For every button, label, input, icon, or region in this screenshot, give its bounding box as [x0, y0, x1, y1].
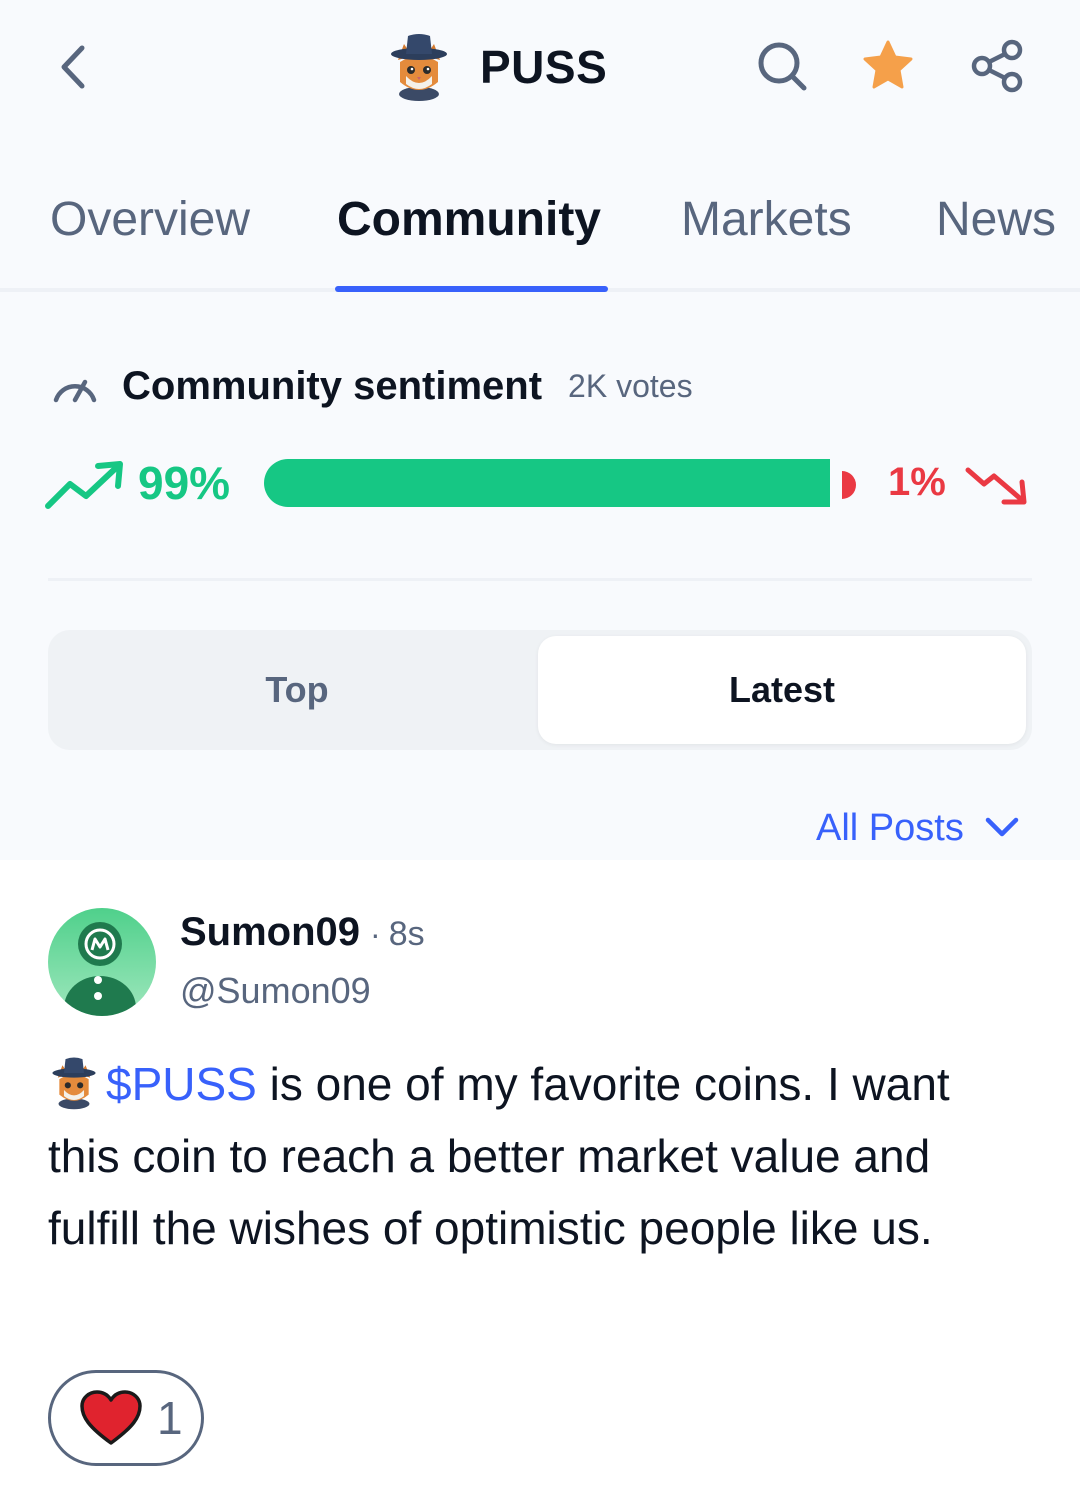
trending-down-icon	[965, 467, 1027, 505]
sentiment-title: Community sentiment	[122, 363, 543, 408]
sentiment-header: Community sentiment 2K votes	[50, 358, 693, 414]
vote-count: 2K votes	[568, 367, 693, 404]
bearish-bar	[842, 471, 856, 499]
chevron-down-icon	[985, 817, 1019, 837]
feed-toggle: Top Latest	[48, 630, 1032, 750]
post-meta: Sumon09 · 8s	[180, 910, 425, 964]
chevron-left-icon[interactable]	[52, 40, 96, 94]
like-count: 1	[157, 1392, 183, 1444]
search-icon[interactable]	[752, 36, 812, 96]
coin-logo-icon	[391, 34, 447, 101]
toggle-latest[interactable]: Latest	[538, 636, 1026, 744]
tab-bar: Overview Community Markets News	[0, 180, 1080, 292]
sentiment-bar	[264, 459, 864, 507]
filter-label: All Posts	[816, 806, 964, 849]
bullish-bar	[264, 459, 830, 507]
tab-overview[interactable]: Overview	[50, 192, 250, 247]
like-button[interactable]: 1	[48, 1370, 204, 1466]
divider	[48, 578, 1032, 581]
bullish-percentage: 99%	[138, 457, 231, 509]
gauge-icon	[53, 379, 97, 403]
bearish-percentage: 1%	[888, 460, 946, 504]
tab-community[interactable]: Community	[337, 192, 601, 247]
active-tab-indicator	[335, 286, 608, 292]
author-name[interactable]: Sumon09	[180, 910, 360, 955]
page-title: PUSS	[480, 41, 608, 93]
cashtag-link[interactable]: $PUSS	[106, 1058, 257, 1110]
tab-markets[interactable]: Markets	[681, 192, 852, 247]
coin-title-group: PUSS	[386, 30, 607, 104]
heart-icon	[80, 1390, 142, 1445]
post-filter-dropdown[interactable]: All Posts	[816, 800, 1020, 856]
star-icon[interactable]	[858, 36, 918, 96]
avatar[interactable]	[48, 908, 156, 1016]
trending-up-icon	[45, 461, 123, 509]
top-bar: PUSS	[0, 0, 1080, 140]
meta-separator: ·	[370, 916, 381, 952]
post-text: $PUSS is one of my favorite coins. I wan…	[48, 1048, 1008, 1264]
post-card: Sumon09 · 8s @Sumon09 $PUSS is one of my…	[0, 860, 1080, 1501]
sentiment-bar-row: 99% 1%	[44, 452, 1036, 516]
toggle-top[interactable]: Top	[54, 636, 540, 744]
share-icon[interactable]	[968, 36, 1028, 96]
tab-news[interactable]: News	[936, 192, 1056, 247]
post-timestamp: 8s	[388, 915, 425, 953]
author-handle[interactable]: @Sumon09	[180, 970, 371, 1012]
coin-logo-icon	[52, 1057, 96, 1110]
